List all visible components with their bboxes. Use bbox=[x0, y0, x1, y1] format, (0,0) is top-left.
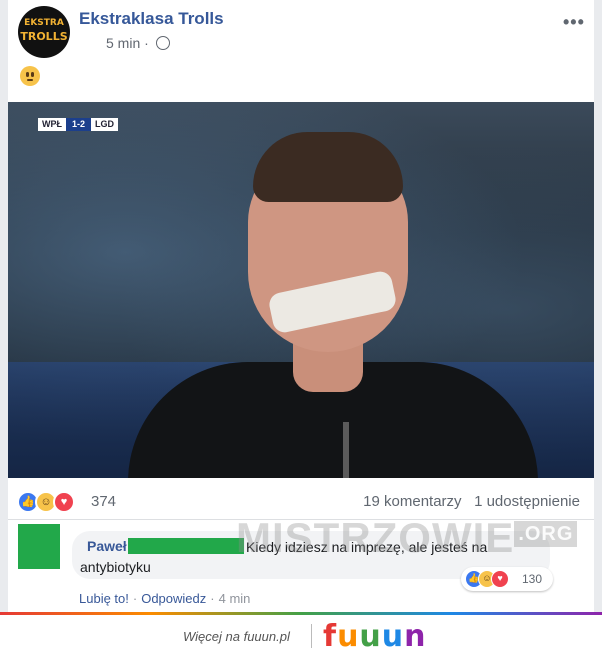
like-comment-button[interactable]: Lubię to! bbox=[79, 591, 129, 606]
person-hair bbox=[253, 132, 403, 202]
comment-author-link[interactable]: Paweł bbox=[87, 538, 127, 554]
avatar-logo-line2: TROLLS bbox=[20, 30, 68, 43]
post-stats: 19 komentarzy 1 udostępnienie bbox=[363, 493, 580, 510]
censored-surname bbox=[128, 538, 244, 554]
reply-button[interactable]: Odpowiedz bbox=[141, 591, 206, 606]
scoreboard-score: 1-2 bbox=[66, 118, 92, 131]
fuuun-logo[interactable]: fuuun bbox=[323, 619, 427, 654]
shares-count-link[interactable]: 1 udostępnienie bbox=[474, 493, 580, 510]
post-time[interactable]: 5 min bbox=[106, 35, 140, 51]
scoreboard-away: LGD bbox=[91, 118, 119, 131]
comments-count-link[interactable]: 19 komentarzy bbox=[363, 493, 461, 510]
watermark: MISTRZOWIE .ORG bbox=[236, 514, 578, 562]
scoreboard: WPŁ 1-2 LGD bbox=[38, 118, 119, 131]
comment-reactions[interactable]: 👍 ☺ ♥ 130 bbox=[461, 567, 553, 591]
jacket-zipper bbox=[343, 422, 349, 478]
page-name-link[interactable]: Ekstraklasa Trolls bbox=[79, 9, 224, 29]
love-reaction-icon: ♥ bbox=[491, 570, 509, 588]
post-photo[interactable]: WPŁ 1-2 LGD bbox=[8, 102, 594, 478]
comment-actions: Lubię to! · Odpowiedz · 4 min bbox=[79, 591, 251, 606]
slightly-smiling-face-icon bbox=[20, 66, 40, 86]
watermark-suffix: .ORG bbox=[514, 521, 578, 547]
more-options-icon[interactable]: ••• bbox=[563, 12, 585, 33]
comment-time[interactable]: 4 min bbox=[219, 591, 251, 606]
comment-reaction-count: 130 bbox=[522, 572, 543, 586]
page-avatar[interactable]: EKSTRA TROLLS bbox=[18, 6, 70, 58]
commenter-avatar[interactable] bbox=[18, 524, 60, 569]
reaction-count[interactable]: 374 bbox=[91, 493, 116, 510]
more-on-site-link[interactable]: Więcej na fuuun.pl bbox=[183, 629, 290, 644]
post-header: EKSTRA TROLLS Ekstraklasa Trolls 5 min ·… bbox=[8, 0, 594, 102]
post-meta: 5 min · bbox=[106, 35, 170, 51]
footer-divider bbox=[311, 624, 312, 648]
scoreboard-home: WPŁ bbox=[38, 118, 66, 131]
footer-color-line bbox=[0, 612, 602, 615]
watermark-text: MISTRZOWIE bbox=[236, 514, 515, 561]
avatar-logo-line1: EKSTRA bbox=[24, 18, 64, 28]
love-reaction-icon: ♥ bbox=[53, 491, 75, 513]
facebook-post: EKSTRA TROLLS Ekstraklasa Trolls 5 min ·… bbox=[8, 0, 594, 612]
comment-text-line2: antybiotyku bbox=[80, 559, 151, 575]
globe-icon bbox=[155, 36, 170, 50]
site-footer: Więcej na fuuun.pl fuuun bbox=[0, 612, 602, 656]
comment-section: Paweł Kiedy idziesz na imprezę, ale jest… bbox=[8, 514, 594, 613]
meta-separator: · bbox=[144, 35, 149, 51]
